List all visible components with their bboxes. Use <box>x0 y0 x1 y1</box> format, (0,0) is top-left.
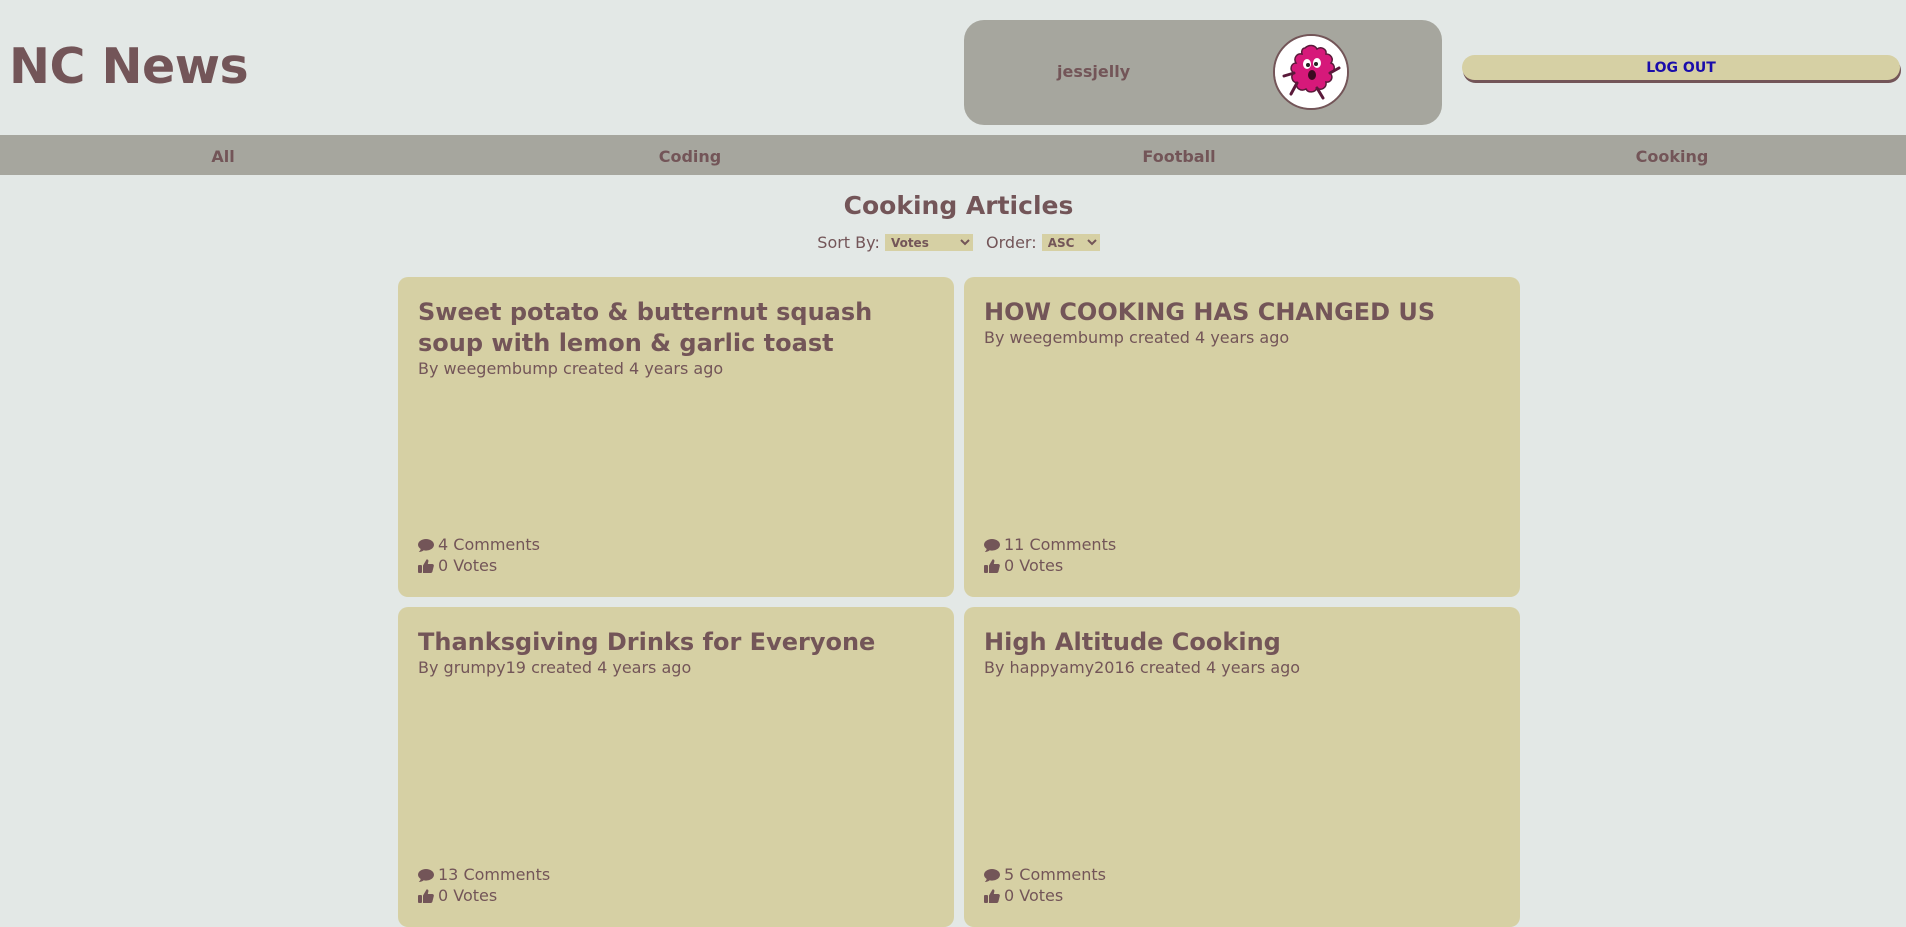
user-panel: jessjelly <box>964 20 1442 125</box>
article-votes: 0 Votes <box>984 886 1063 905</box>
article-votes: 0 Votes <box>418 556 497 575</box>
article-title[interactable]: Thanksgiving Drinks for Everyone <box>418 627 938 658</box>
nav-item-coding[interactable]: Coding <box>659 147 722 166</box>
article-comments: 13 Comments <box>418 865 550 884</box>
thumbs-up-icon[interactable] <box>418 558 434 574</box>
article-card[interactable]: Sweet potato & butternut squash soup wit… <box>398 277 954 597</box>
article-card[interactable]: High Altitude Cooking By happyamy2016 cr… <box>964 607 1520 927</box>
article-votes: 0 Votes <box>984 556 1063 575</box>
thumbs-up-icon[interactable] <box>418 888 434 904</box>
logout-button[interactable]: LOG OUT <box>1462 55 1900 80</box>
topic-nav: All Coding Football Cooking <box>0 135 1906 175</box>
votes-count: 0 Votes <box>438 556 498 575</box>
comment-icon <box>984 867 1000 883</box>
votes-count: 0 Votes <box>438 886 498 905</box>
comments-count: 5 Comments <box>1004 865 1106 884</box>
sort-by-select[interactable]: Votes <box>884 234 973 251</box>
article-comments: 11 Comments <box>984 535 1116 554</box>
comments-count: 11 Comments <box>1004 535 1117 554</box>
votes-count: 0 Votes <box>1004 556 1064 575</box>
nav-item-cooking[interactable]: Cooking <box>1636 147 1709 166</box>
order-label: Order: <box>986 233 1037 252</box>
article-byline: By happyamy2016 created 4 years ago <box>984 658 1301 677</box>
thumbs-up-icon[interactable] <box>984 558 1000 574</box>
thumbs-up-icon[interactable] <box>984 888 1000 904</box>
comment-icon <box>418 867 434 883</box>
sort-controls: Sort By: Votes Order: ASC <box>0 232 1906 252</box>
article-votes: 0 Votes <box>418 886 497 905</box>
article-byline: By weegembump created 4 years ago <box>418 359 724 378</box>
pink-monster-avatar-icon <box>1275 36 1347 108</box>
nav-item-all[interactable]: All <box>211 147 234 166</box>
article-title[interactable]: Sweet potato & butternut squash soup wit… <box>418 297 938 359</box>
article-byline: By weegembump created 4 years ago <box>984 328 1290 347</box>
votes-count: 0 Votes <box>1004 886 1064 905</box>
comments-count: 13 Comments <box>438 865 551 884</box>
article-title[interactable]: High Altitude Cooking <box>984 627 1504 658</box>
site-title: NC News <box>9 38 249 95</box>
page-title: Cooking Articles <box>843 191 1074 220</box>
article-title[interactable]: HOW COOKING HAS CHANGED US <box>984 297 1504 328</box>
nav-item-football[interactable]: Football <box>1142 147 1215 166</box>
comments-count: 4 Comments <box>438 535 540 554</box>
comment-icon <box>984 537 1000 553</box>
username: jessjelly <box>1057 62 1131 81</box>
article-card[interactable]: HOW COOKING HAS CHANGED US By weegembump… <box>964 277 1520 597</box>
sort-label: Sort By: <box>817 233 880 252</box>
article-byline: By grumpy19 created 4 years ago <box>418 658 692 677</box>
article-comments: 5 Comments <box>984 865 1106 884</box>
article-card[interactable]: Thanksgiving Drinks for Everyone By grum… <box>398 607 954 927</box>
article-comments: 4 Comments <box>418 535 540 554</box>
user-avatar <box>1273 34 1349 110</box>
order-select[interactable]: ASC <box>1041 234 1100 251</box>
comment-icon <box>418 537 434 553</box>
